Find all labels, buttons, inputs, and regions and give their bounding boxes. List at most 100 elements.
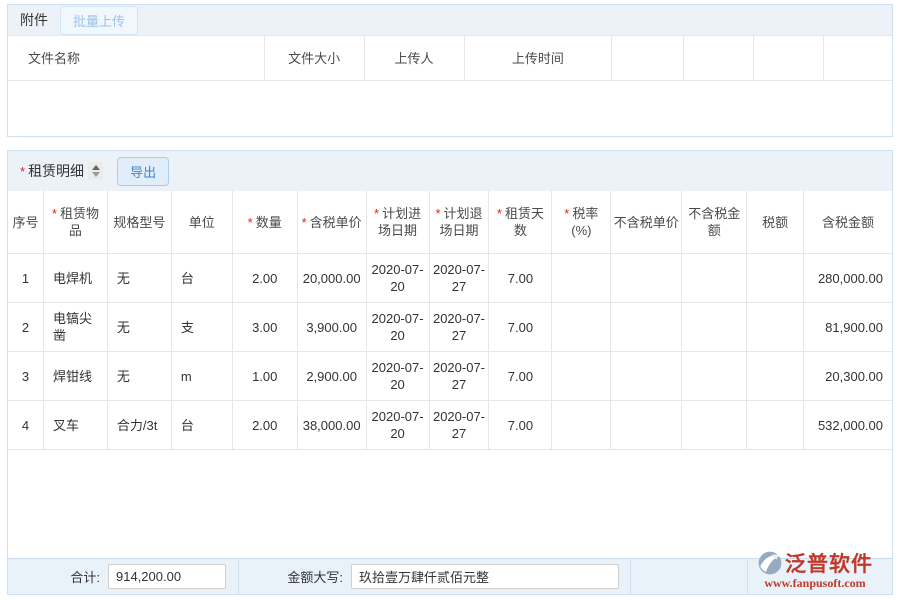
table-cell: 81,900.00 — [804, 303, 892, 351]
column-header-seq: 序号 — [8, 191, 44, 253]
table-cell: 2020-07-20 — [367, 352, 430, 400]
brand-name: 泛普软件 — [785, 548, 873, 578]
table-cell: 280,000.00 — [804, 254, 892, 302]
column-header-item: *租赁物品 — [44, 191, 108, 253]
table-cell: 2,900.00 — [298, 352, 367, 400]
column-header-taxed-unit-price: *含税单价 — [298, 191, 367, 253]
export-button[interactable]: 导出 — [117, 157, 169, 186]
amount-in-words-cell: 金额大写: — [238, 559, 630, 594]
column-header-spec: 规格型号 — [108, 191, 172, 253]
table-cell — [682, 303, 747, 351]
table-row[interactable]: 3 焊钳线 无 m 1.00 2,900.00 2020-07-20 2020-… — [8, 352, 892, 401]
table-cell: 7.00 — [489, 303, 552, 351]
column-header-planned-entry-date: *计划进场日期 — [367, 191, 430, 253]
required-asterisk: * — [497, 206, 502, 221]
table-cell: 2020-07-27 — [430, 254, 490, 302]
table-cell: 台 — [172, 401, 233, 449]
rental-empty-body — [8, 450, 892, 558]
table-cell: 2020-07-20 — [367, 303, 430, 351]
required-asterisk: * — [248, 215, 253, 230]
column-header-unit: 单位 — [172, 191, 233, 253]
rental-detail-panel: * 租赁明细 导出 序号 *租赁物品 规格型号 单位 *数量 *含税单价 *计划… — [7, 150, 893, 595]
required-asterisk: * — [52, 206, 57, 221]
footer-spacer-cell — [630, 559, 747, 594]
column-label: 税额 — [762, 214, 788, 231]
table-cell — [682, 254, 747, 302]
attachment-header-bar: 附件 批量上传 — [8, 5, 892, 36]
table-cell — [611, 352, 682, 400]
batch-upload-button[interactable]: 批量上传 — [60, 6, 138, 35]
column-header-rental-days: *租赁天数 — [489, 191, 552, 253]
table-cell — [682, 352, 747, 400]
amount-in-words-label: 金额大写: — [239, 567, 351, 586]
column-header-empty — [684, 36, 754, 80]
table-cell: 2020-07-20 — [367, 401, 430, 449]
table-cell: 2020-07-20 — [367, 254, 430, 302]
table-cell — [611, 401, 682, 449]
table-cell: 2.00 — [233, 401, 298, 449]
amount-in-words-input[interactable] — [351, 564, 619, 589]
rental-header-bar: * 租赁明细 导出 — [8, 151, 892, 191]
table-cell: 1 — [8, 254, 44, 302]
table-cell — [552, 401, 611, 449]
total-cell: 合计: — [8, 559, 238, 594]
sort-up-icon — [92, 165, 100, 170]
table-cell: 电镐尖凿 — [44, 303, 108, 351]
column-header-file-name: 文件名称 — [8, 36, 265, 80]
column-header-planned-exit-date: *计划退场日期 — [430, 191, 490, 253]
table-cell: 支 — [172, 303, 233, 351]
column-header-tax-rate: *税率(%) — [552, 191, 611, 253]
column-label: 含税金额 — [822, 214, 874, 231]
fanpu-logo-icon — [757, 550, 783, 576]
table-row[interactable]: 1 电焊机 无 台 2.00 20,000.00 2020-07-20 2020… — [8, 254, 892, 303]
column-label: 不含税单价 — [614, 214, 679, 231]
table-cell: 电焊机 — [44, 254, 108, 302]
column-header-uploader: 上传人 — [365, 36, 465, 80]
column-header-upload-time: 上传时间 — [465, 36, 613, 80]
column-header-empty — [824, 36, 892, 80]
table-cell: 20,300.00 — [804, 352, 892, 400]
column-label: 不含税金额 — [684, 205, 744, 239]
total-input[interactable] — [108, 564, 226, 589]
table-cell — [552, 303, 611, 351]
table-cell: m — [172, 352, 233, 400]
required-asterisk: * — [374, 206, 379, 221]
table-cell: 4 — [8, 401, 44, 449]
table-cell: 焊钳线 — [44, 352, 108, 400]
total-label: 合计: — [8, 567, 108, 586]
attachment-title: 附件 — [20, 10, 48, 30]
table-cell — [552, 254, 611, 302]
table-cell: 7.00 — [489, 352, 552, 400]
attachment-panel: 附件 批量上传 文件名称 文件大小 上传人 上传时间 — [7, 4, 893, 137]
table-cell: 1.00 — [233, 352, 298, 400]
table-cell: 2.00 — [233, 254, 298, 302]
table-row[interactable]: 4 叉车 合力/3t 台 2.00 38,000.00 2020-07-20 2… — [8, 401, 892, 450]
attachment-table-header: 文件名称 文件大小 上传人 上传时间 — [8, 36, 892, 81]
rental-title: 租赁明细 — [28, 161, 84, 181]
sort-spinner[interactable] — [88, 162, 103, 180]
table-row[interactable]: 2 电镐尖凿 无 支 3.00 3,900.00 2020-07-20 2020… — [8, 303, 892, 352]
required-asterisk: * — [564, 206, 569, 221]
table-cell — [552, 352, 611, 400]
table-cell: 台 — [172, 254, 233, 302]
column-label: 单位 — [189, 214, 215, 231]
table-cell: 2 — [8, 303, 44, 351]
rental-table-header: 序号 *租赁物品 规格型号 单位 *数量 *含税单价 *计划进场日期 *计划退场… — [8, 191, 892, 254]
table-cell: 7.00 — [489, 401, 552, 449]
table-cell — [682, 401, 747, 449]
column-header-file-size: 文件大小 — [265, 36, 365, 80]
table-cell: 2020-07-27 — [430, 401, 490, 449]
column-header-empty — [754, 36, 824, 80]
column-label: 含税单价 — [310, 215, 362, 230]
table-cell: 无 — [108, 254, 172, 302]
column-header-untaxed-amount: 不含税金额 — [682, 191, 747, 253]
attachment-empty-body — [8, 81, 892, 136]
required-asterisk: * — [20, 164, 25, 179]
column-header-empty — [612, 36, 684, 80]
column-label: 序号 — [12, 214, 38, 231]
column-label: 计划进场日期 — [378, 206, 421, 238]
column-label: 规格型号 — [113, 214, 165, 231]
column-header-untaxed-unit-price: 不含税单价 — [611, 191, 682, 253]
required-asterisk: * — [302, 215, 307, 230]
brand-watermark: 泛普软件 www.fanpusoft.com — [744, 548, 886, 591]
